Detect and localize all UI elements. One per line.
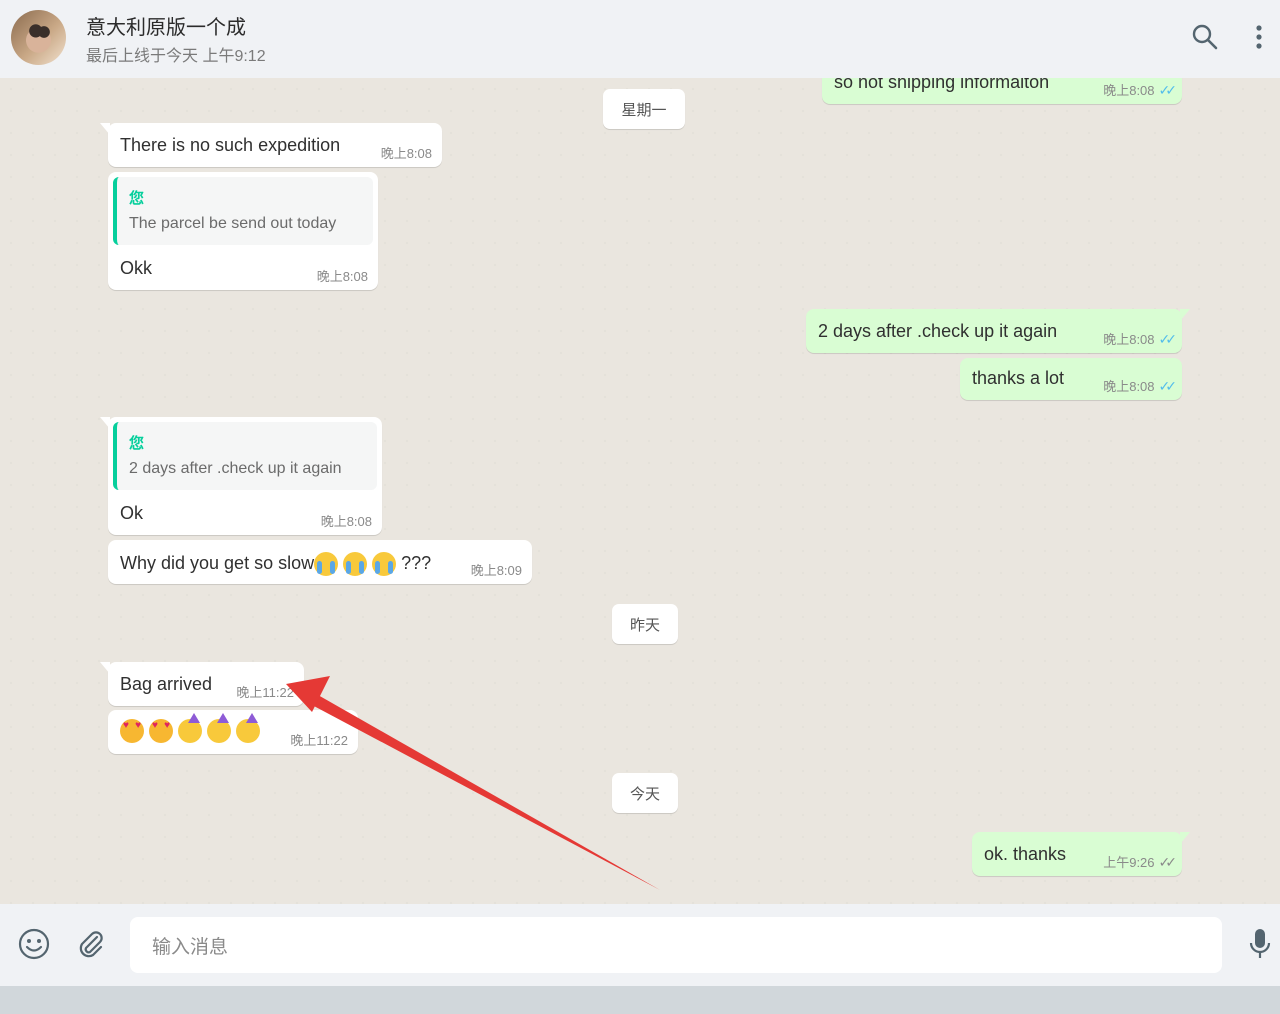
message-incoming[interactable]: Why did you get so slow??? 晚上8:09 [108,540,532,584]
message-incoming[interactable]: There is no such expedition 晚上8:08 [100,123,442,167]
message-time: 晚上8:08 [316,269,368,284]
message-time: 晚上8:09 [470,563,522,578]
menu-icon[interactable] [1242,20,1276,54]
read-receipt-icon: ✓✓ [1158,82,1178,98]
contact-name[interactable]: 意大利原版一个成 [86,11,246,40]
message-text: 2 days after .check up it again [818,321,1058,341]
message-outgoing[interactable]: so not shipping informaiton 晚上8:08 ✓✓ [822,78,1182,104]
message-text: thanks a lot [972,368,1065,388]
message-time: 上午9:26 ✓✓ [1103,854,1178,870]
message-time: 晚上8:08 ✓✓ [1103,378,1178,394]
message-time: 晚上8:08 ✓✓ [1103,82,1178,98]
quoted-message[interactable]: 您 2 days after .check up it again [113,422,377,490]
quote-author: 您 [129,435,145,452]
date-separator: 今天 [612,773,678,813]
message-list[interactable]: so not shipping informaiton 晚上8:08 ✓✓ 星期一… [0,78,1280,904]
message-text: There is no such expedition [120,135,341,155]
message-time: 晚上11:22 [290,733,348,748]
loudly-crying-face-icon [314,552,339,576]
message-outgoing[interactable]: thanks a lot 晚上8:08 ✓✓ [960,358,1182,400]
heart-eyes-cat-icon [120,719,144,743]
partying-face-icon [207,713,231,743]
message-time: 晚上11:22 [236,685,294,700]
quote-text: 2 days after .check up it again [129,460,342,477]
message-incoming[interactable]: 晚上11:22 [108,710,358,754]
message-emojis [120,713,265,743]
loudly-crying-face-icon [372,552,397,576]
date-separator: 星期一 [603,89,685,129]
quote-author: 您 [129,190,145,207]
message-time: 晚上8:08 [320,514,372,529]
composer-bar: 输入消息 [0,904,1280,986]
read-receipt-icon: ✓✓ [1158,331,1178,347]
emoji-icon[interactable] [16,926,52,962]
microphone-icon[interactable] [1242,926,1278,962]
attach-icon[interactable] [72,926,108,962]
search-icon[interactable] [1188,20,1222,54]
message-time: 晚上8:08 [380,146,432,161]
message-incoming-reply[interactable]: 您 The parcel be send out today Okk 晚上8:0… [108,172,378,290]
partying-face-icon [178,713,202,743]
message-content: Why did you get so slow??? [120,552,431,576]
window-bottom-edge [0,986,1280,1014]
partying-face-icon [236,713,260,743]
loudly-crying-face-icon [343,552,368,576]
date-separator: 昨天 [612,604,678,644]
message-outgoing[interactable]: ok. thanks 上午9:26 ✓✓ [972,832,1190,876]
quote-text: The parcel be send out today [129,215,337,232]
message-text: Bag arrived [120,674,213,694]
quoted-message[interactable]: 您 The parcel be send out today [113,177,373,245]
contact-status: 最后上线于今天 上午9:12 [86,48,266,65]
message-input[interactable]: 输入消息 [130,917,1222,973]
message-text: Okk [120,258,153,278]
heart-eyes-cat-icon [149,719,173,743]
message-time: 晚上8:08 ✓✓ [1103,331,1178,347]
message-input-placeholder: 输入消息 [152,936,229,958]
message-outgoing[interactable]: 2 days after .check up it again 晚上8:08 ✓✓ [806,309,1190,353]
message-text: Ok [120,503,144,523]
message-text: so not shipping informaiton [834,78,1050,92]
message-text: Why did you get so slow [120,552,315,573]
chat-header: 意大利原版一个成 最后上线于今天 上午9:12 [0,0,1280,78]
delivered-receipt-icon: ✓✓ [1158,854,1178,870]
read-receipt-icon: ✓✓ [1158,378,1178,394]
message-incoming-reply[interactable]: 您 2 days after .check up it again Ok 晚上8… [100,417,382,535]
avatar[interactable] [11,10,66,65]
message-text-suffix: ??? [401,552,432,573]
message-incoming[interactable]: Bag arrived 晚上11:22 [100,662,304,706]
message-text: ok. thanks [984,844,1067,864]
